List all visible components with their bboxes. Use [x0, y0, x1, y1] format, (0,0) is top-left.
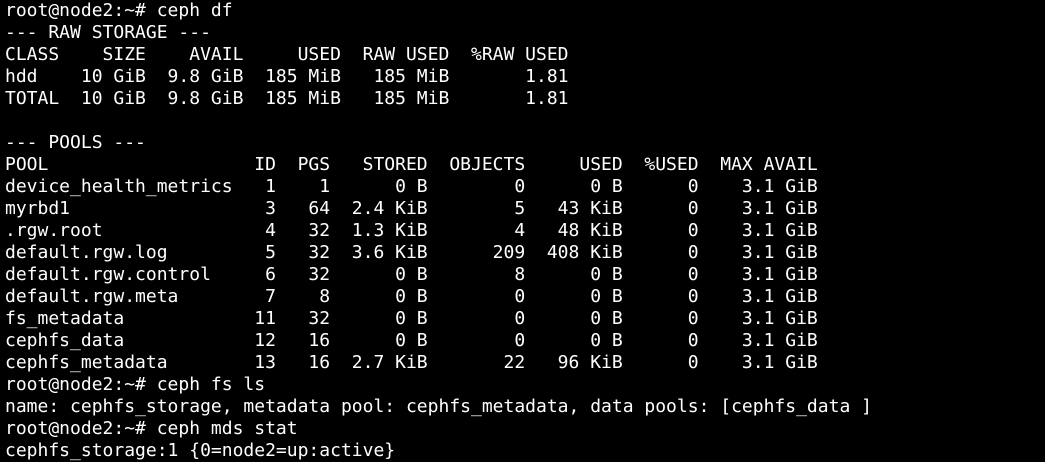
- pool-row: fs_metadata 11 32 0 B 0 0 B 0 3.1 GiB: [5, 308, 818, 329]
- pool-row: cephfs_metadata 13 16 2.7 KiB 22 96 KiB …: [5, 352, 818, 373]
- pools-heading: --- POOLS ---: [5, 132, 146, 153]
- raw-storage-header: CLASS SIZE AVAIL USED RAW USED %RAW USED: [5, 44, 569, 65]
- fs-ls-output: name: cephfs_storage, metadata pool: cep…: [5, 396, 872, 417]
- raw-storage-row: TOTAL 10 GiB 9.8 GiB 185 MiB 185 MiB 1.8…: [5, 88, 569, 109]
- pool-row: cephfs_data 12 16 0 B 0 0 B 0 3.1 GiB: [5, 330, 818, 351]
- terminal-window[interactable]: root@node2:~# ceph df --- RAW STORAGE --…: [0, 0, 1045, 461]
- pool-row: device_health_metrics 1 1 0 B 0 0 B 0 3.…: [5, 176, 818, 197]
- prompt-ceph-mds-stat: root@node2:~# ceph mds stat: [5, 418, 298, 439]
- pools-header: POOL ID PGS STORED OBJECTS USED %USED MA…: [5, 154, 818, 175]
- pool-row: default.rgw.control 6 32 0 B 8 0 B 0 3.1…: [5, 264, 818, 285]
- pool-row: default.rgw.log 5 32 3.6 KiB 209 408 KiB…: [5, 242, 818, 263]
- raw-storage-row: hdd 10 GiB 9.8 GiB 185 MiB 185 MiB 1.81: [5, 66, 569, 87]
- pool-row: default.rgw.meta 7 8 0 B 0 0 B 0 3.1 GiB: [5, 286, 818, 307]
- pool-row: .rgw.root 4 32 1.3 KiB 4 48 KiB 0 3.1 Gi…: [5, 220, 818, 241]
- raw-storage-heading: --- RAW STORAGE ---: [5, 22, 211, 43]
- prompt-ceph-fs-ls: root@node2:~# ceph fs ls: [5, 374, 266, 395]
- prompt-ceph-df: root@node2:~# ceph df: [5, 0, 233, 21]
- pool-row: myrbd1 3 64 2.4 KiB 5 43 KiB 0 3.1 GiB: [5, 198, 818, 219]
